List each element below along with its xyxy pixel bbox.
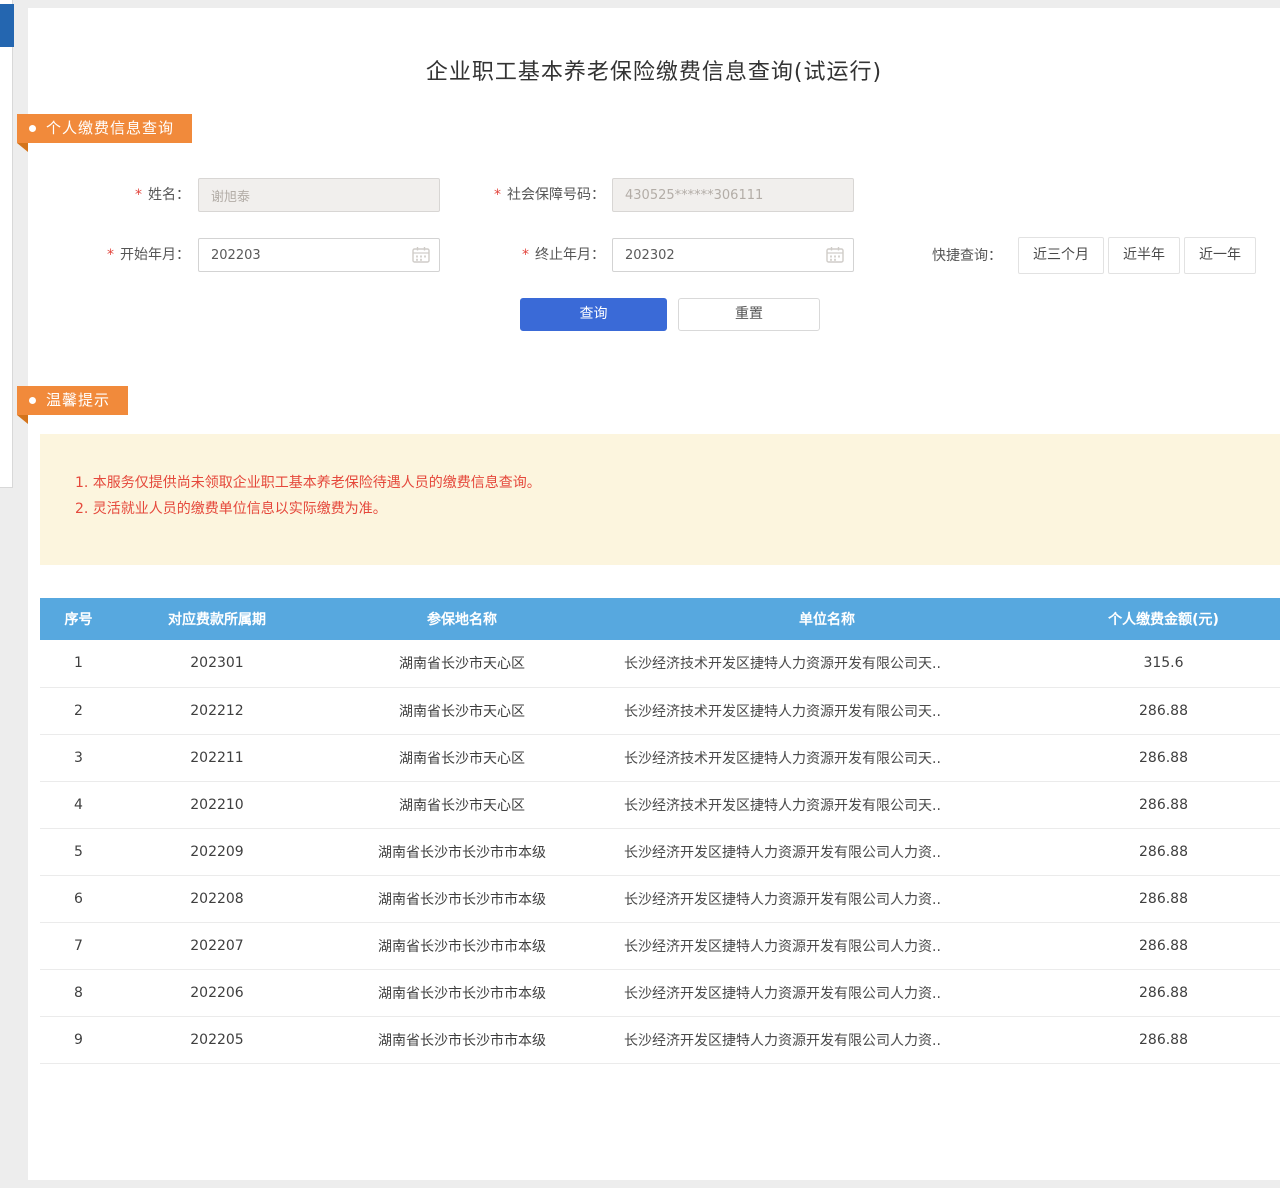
cell-period: 202207 (117, 922, 317, 969)
cell-no: 5 (40, 828, 117, 875)
cell-period: 202212 (117, 687, 317, 734)
cell-no: 9 (40, 1016, 117, 1063)
bullet-dot-icon (29, 397, 36, 404)
name-label: *姓名： (90, 178, 190, 212)
cell-amount: 286.88 (1047, 687, 1280, 734)
cell-no: 4 (40, 781, 117, 828)
table-row: 7 202207 湖南省长沙市长沙市市本级 长沙经济开发区捷特人力资源开发有限公… (40, 922, 1280, 969)
notice-line-1: 1. 本服务仅提供尚未领取企业职工基本养老保险待遇人员的缴费信息查询。 (75, 470, 1260, 496)
cell-area: 湖南省长沙市长沙市市本级 (317, 875, 607, 922)
header-amount: 个人缴费金额(元) (1047, 598, 1280, 640)
quick-query-label: 快捷查询： (932, 238, 1002, 274)
cell-period: 202301 (117, 640, 317, 687)
cell-period: 202209 (117, 828, 317, 875)
table-row: 6 202208 湖南省长沙市长沙市市本级 长沙经济开发区捷特人力资源开发有限公… (40, 875, 1280, 922)
header-no: 序号 (40, 598, 117, 640)
section-badge-label: 温馨提示 (46, 386, 110, 415)
cell-area: 湖南省长沙市天心区 (317, 687, 607, 734)
start-month-field[interactable] (198, 238, 440, 272)
cell-amount: 286.88 (1047, 922, 1280, 969)
cell-company: 长沙经济开发区捷特人力资源开发有限公司人力资.. (607, 828, 1047, 875)
notice-line-2: 2. 灵活就业人员的缴费单位信息以实际缴费为准。 (75, 496, 1260, 522)
reset-button[interactable]: 重置 (678, 298, 820, 331)
cell-amount: 315.6 (1047, 640, 1280, 687)
table-row: 9 202205 湖南省长沙市长沙市市本级 长沙经济开发区捷特人力资源开发有限公… (40, 1016, 1280, 1063)
start-month-label: *开始年月： (90, 238, 190, 272)
page: 企业职工基本养老保险缴费信息查询(试运行) 个人缴费信息查询 *姓名： *社会保… (0, 0, 1280, 1188)
table-body: 1 202301 湖南省长沙市天心区 长沙经济技术开发区捷特人力资源开发有限公司… (40, 640, 1280, 1063)
cell-amount: 286.88 (1047, 875, 1280, 922)
header-area: 参保地名称 (317, 598, 607, 640)
section-badge-label: 个人缴费信息查询 (46, 114, 174, 143)
sidebar-blue-square (0, 4, 14, 47)
header-company: 单位名称 (607, 598, 1047, 640)
table-row: 1 202301 湖南省长沙市天心区 长沙经济技术开发区捷特人力资源开发有限公司… (40, 640, 1280, 687)
cell-no: 8 (40, 969, 117, 1016)
cell-area: 湖南省长沙市天心区 (317, 640, 607, 687)
calendar-icon[interactable] (826, 246, 844, 263)
required-asterisk: * (135, 187, 142, 203)
required-asterisk: * (522, 247, 529, 263)
cell-period: 202205 (117, 1016, 317, 1063)
query-button[interactable]: 查询 (520, 298, 667, 331)
notice-box: 1. 本服务仅提供尚未领取企业职工基本养老保险待遇人员的缴费信息查询。 2. 灵… (40, 434, 1280, 565)
table-row: 4 202210 湖南省长沙市天心区 长沙经济技术开发区捷特人力资源开发有限公司… (40, 781, 1280, 828)
cell-amount: 286.88 (1047, 734, 1280, 781)
payment-table: 序号 对应费款所属期 参保地名称 单位名称 个人缴费金额(元) 1 202301… (40, 598, 1280, 1064)
bullet-dot-icon (29, 125, 36, 132)
quick-one-year-button[interactable]: 近一年 (1184, 237, 1256, 274)
cell-company: 长沙经济技术开发区捷特人力资源开发有限公司天.. (607, 734, 1047, 781)
end-month-label: *终止年月： (450, 238, 605, 272)
quick-half-year-button[interactable]: 近半年 (1108, 237, 1180, 274)
table-row: 2 202212 湖南省长沙市天心区 长沙经济技术开发区捷特人力资源开发有限公司… (40, 687, 1280, 734)
cell-company: 长沙经济技术开发区捷特人力资源开发有限公司天.. (607, 781, 1047, 828)
cell-company: 长沙经济开发区捷特人力资源开发有限公司人力资.. (607, 875, 1047, 922)
cell-amount: 286.88 (1047, 828, 1280, 875)
cell-no: 2 (40, 687, 117, 734)
cell-no: 3 (40, 734, 117, 781)
cell-period: 202211 (117, 734, 317, 781)
cell-period: 202208 (117, 875, 317, 922)
page-title: 企业职工基本养老保险缴费信息查询(试运行) (28, 54, 1280, 86)
cell-area: 湖南省长沙市天心区 (317, 734, 607, 781)
cell-company: 长沙经济开发区捷特人力资源开发有限公司人力资.. (607, 969, 1047, 1016)
quick-3-months-button[interactable]: 近三个月 (1018, 237, 1104, 274)
required-asterisk: * (107, 247, 114, 263)
name-field (198, 178, 440, 212)
table-row: 5 202209 湖南省长沙市长沙市市本级 长沙经济开发区捷特人力资源开发有限公… (40, 828, 1280, 875)
left-sidebar-strip (0, 0, 13, 488)
cell-no: 1 (40, 640, 117, 687)
section-badge-personal-query: 个人缴费信息查询 (17, 114, 192, 143)
ssn-field (612, 178, 854, 212)
cell-no: 6 (40, 875, 117, 922)
cell-period: 202210 (117, 781, 317, 828)
quick-query-group: 近三个月 近半年 近一年 (1018, 237, 1256, 274)
cell-area: 湖南省长沙市长沙市市本级 (317, 1016, 607, 1063)
cell-area: 湖南省长沙市长沙市市本级 (317, 969, 607, 1016)
section-badge-tips: 温馨提示 (17, 386, 128, 415)
table-row: 3 202211 湖南省长沙市天心区 长沙经济技术开发区捷特人力资源开发有限公司… (40, 734, 1280, 781)
ssn-label: *社会保障号码： (450, 178, 605, 212)
cell-company: 长沙经济技术开发区捷特人力资源开发有限公司天.. (607, 640, 1047, 687)
calendar-icon[interactable] (412, 246, 430, 263)
cell-company: 长沙经济开发区捷特人力资源开发有限公司人力资.. (607, 1016, 1047, 1063)
cell-area: 湖南省长沙市长沙市市本级 (317, 828, 607, 875)
cell-amount: 286.88 (1047, 781, 1280, 828)
cell-area: 湖南省长沙市天心区 (317, 781, 607, 828)
required-asterisk: * (494, 187, 501, 203)
cell-amount: 286.88 (1047, 1016, 1280, 1063)
cell-company: 长沙经济技术开发区捷特人力资源开发有限公司天.. (607, 687, 1047, 734)
cell-company: 长沙经济开发区捷特人力资源开发有限公司人力资.. (607, 922, 1047, 969)
table-header-row: 序号 对应费款所属期 参保地名称 单位名称 个人缴费金额(元) (40, 598, 1280, 640)
table-row: 8 202206 湖南省长沙市长沙市市本级 长沙经济开发区捷特人力资源开发有限公… (40, 969, 1280, 1016)
end-month-field[interactable] (612, 238, 854, 272)
cell-no: 7 (40, 922, 117, 969)
cell-amount: 286.88 (1047, 969, 1280, 1016)
header-period: 对应费款所属期 (117, 598, 317, 640)
cell-period: 202206 (117, 969, 317, 1016)
cell-area: 湖南省长沙市长沙市市本级 (317, 922, 607, 969)
